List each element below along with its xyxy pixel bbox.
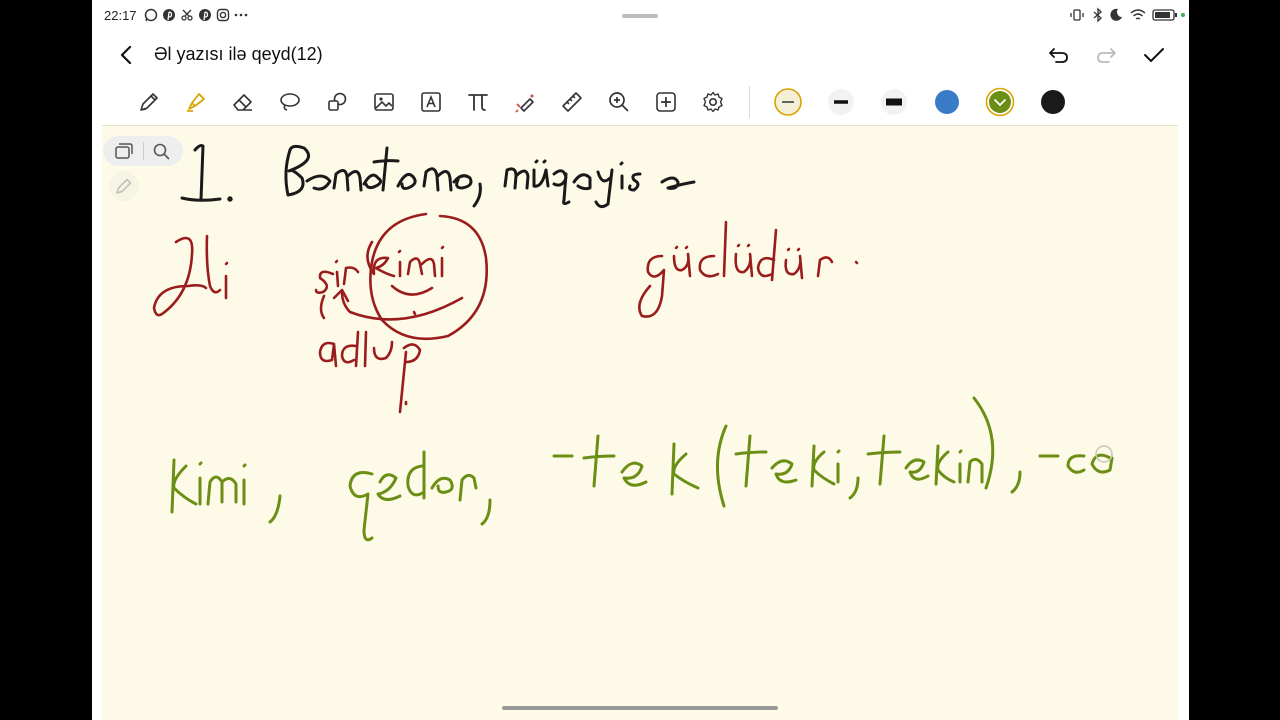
bluetooth-icon [1093, 7, 1102, 23]
eraser-tool-button[interactable] [228, 87, 258, 117]
ruler-icon [562, 92, 582, 112]
text-icon [421, 92, 441, 112]
toolbar-divider [749, 86, 750, 118]
ink-green-examples [170, 396, 1114, 542]
moon-icon [1110, 8, 1122, 21]
drawing-toolbar [92, 80, 1189, 124]
handwriting-canvas[interactable] [102, 126, 1178, 720]
whatsapp-icon [144, 8, 158, 22]
laser-tool-button[interactable] [510, 87, 540, 117]
image-tool-button[interactable] [369, 87, 399, 117]
highlighter-tool-button[interactable] [181, 87, 211, 117]
stroke-thick-button[interactable] [879, 87, 909, 117]
handwriting-ink [152, 144, 1114, 542]
ink-black-heading [180, 144, 696, 209]
color-swatch-black [1041, 90, 1065, 114]
zoom-icon [609, 92, 629, 112]
vibrate-icon [1070, 9, 1084, 21]
shapes-icon [328, 92, 347, 111]
shapes-tool-button[interactable] [322, 87, 352, 117]
redo-button[interactable] [1091, 40, 1121, 70]
status-bar: 22:17 [92, 0, 1189, 32]
color-swatch-blue [935, 90, 959, 114]
pen-tool-button[interactable] [134, 87, 164, 117]
stroke-medium-button[interactable] [826, 87, 856, 117]
pinterest-icon [163, 9, 175, 21]
redo-icon [1097, 48, 1116, 63]
back-button[interactable] [112, 40, 142, 70]
pinterest-icon [199, 9, 211, 21]
done-button[interactable] [1139, 40, 1169, 70]
add-icon [656, 92, 676, 112]
stroke-thin-button[interactable] [773, 87, 803, 117]
undo-button[interactable] [1044, 40, 1074, 70]
undo-icon [1049, 48, 1068, 63]
back-icon [120, 45, 132, 65]
tablet-screen: 22:17 Əl yazısı ilə qeyd(12) [92, 0, 1189, 720]
settings-tool-button[interactable] [698, 87, 728, 117]
add-tool-button[interactable] [651, 87, 681, 117]
search-icon[interactable] [152, 142, 172, 160]
check-icon [1144, 48, 1164, 62]
more-icon [234, 13, 248, 17]
canvas-side-panel [103, 136, 183, 166]
page-title: Əl yazısı ilə qeyd(12) [154, 44, 323, 64]
title-bar: Əl yazısı ilə qeyd(12) [92, 32, 1189, 78]
pen-mode-button[interactable] [109, 171, 139, 201]
highlighter-icon [187, 93, 205, 112]
color-swatch-green-selected [985, 87, 1015, 117]
stroke-medium-icon [828, 89, 854, 115]
laser-icon [515, 94, 534, 113]
stroke-thin-icon [774, 88, 802, 116]
pen-icon [140, 93, 158, 111]
scissors-icon [181, 9, 193, 21]
wifi-icon [1130, 9, 1146, 20]
formula-icon [468, 94, 488, 111]
eraser-icon [233, 94, 252, 111]
pull-handle[interactable] [622, 14, 658, 18]
battery-icon [1152, 9, 1177, 21]
lasso-tool-button[interactable] [275, 87, 305, 117]
home-indicator[interactable] [502, 706, 778, 710]
zoom-tool-button[interactable] [604, 87, 634, 117]
formula-tool-button[interactable] [463, 87, 493, 117]
stroke-thick-icon [881, 89, 907, 115]
pages-icon[interactable] [114, 142, 134, 160]
ink-red-sentence [152, 212, 859, 414]
ruler-tool-button[interactable] [557, 87, 587, 117]
charging-dot [1181, 13, 1185, 17]
panel-divider [143, 142, 144, 160]
pencil-icon [116, 178, 132, 194]
lasso-icon [280, 93, 300, 111]
color-green-button[interactable] [985, 87, 1015, 117]
instagram-icon [216, 8, 230, 22]
settings-icon [703, 91, 723, 113]
text-tool-button[interactable] [416, 87, 446, 117]
color-blue-button[interactable] [932, 87, 962, 117]
status-time: 22:17 [104, 8, 137, 23]
color-black-button[interactable] [1038, 87, 1068, 117]
image-icon [374, 93, 394, 111]
